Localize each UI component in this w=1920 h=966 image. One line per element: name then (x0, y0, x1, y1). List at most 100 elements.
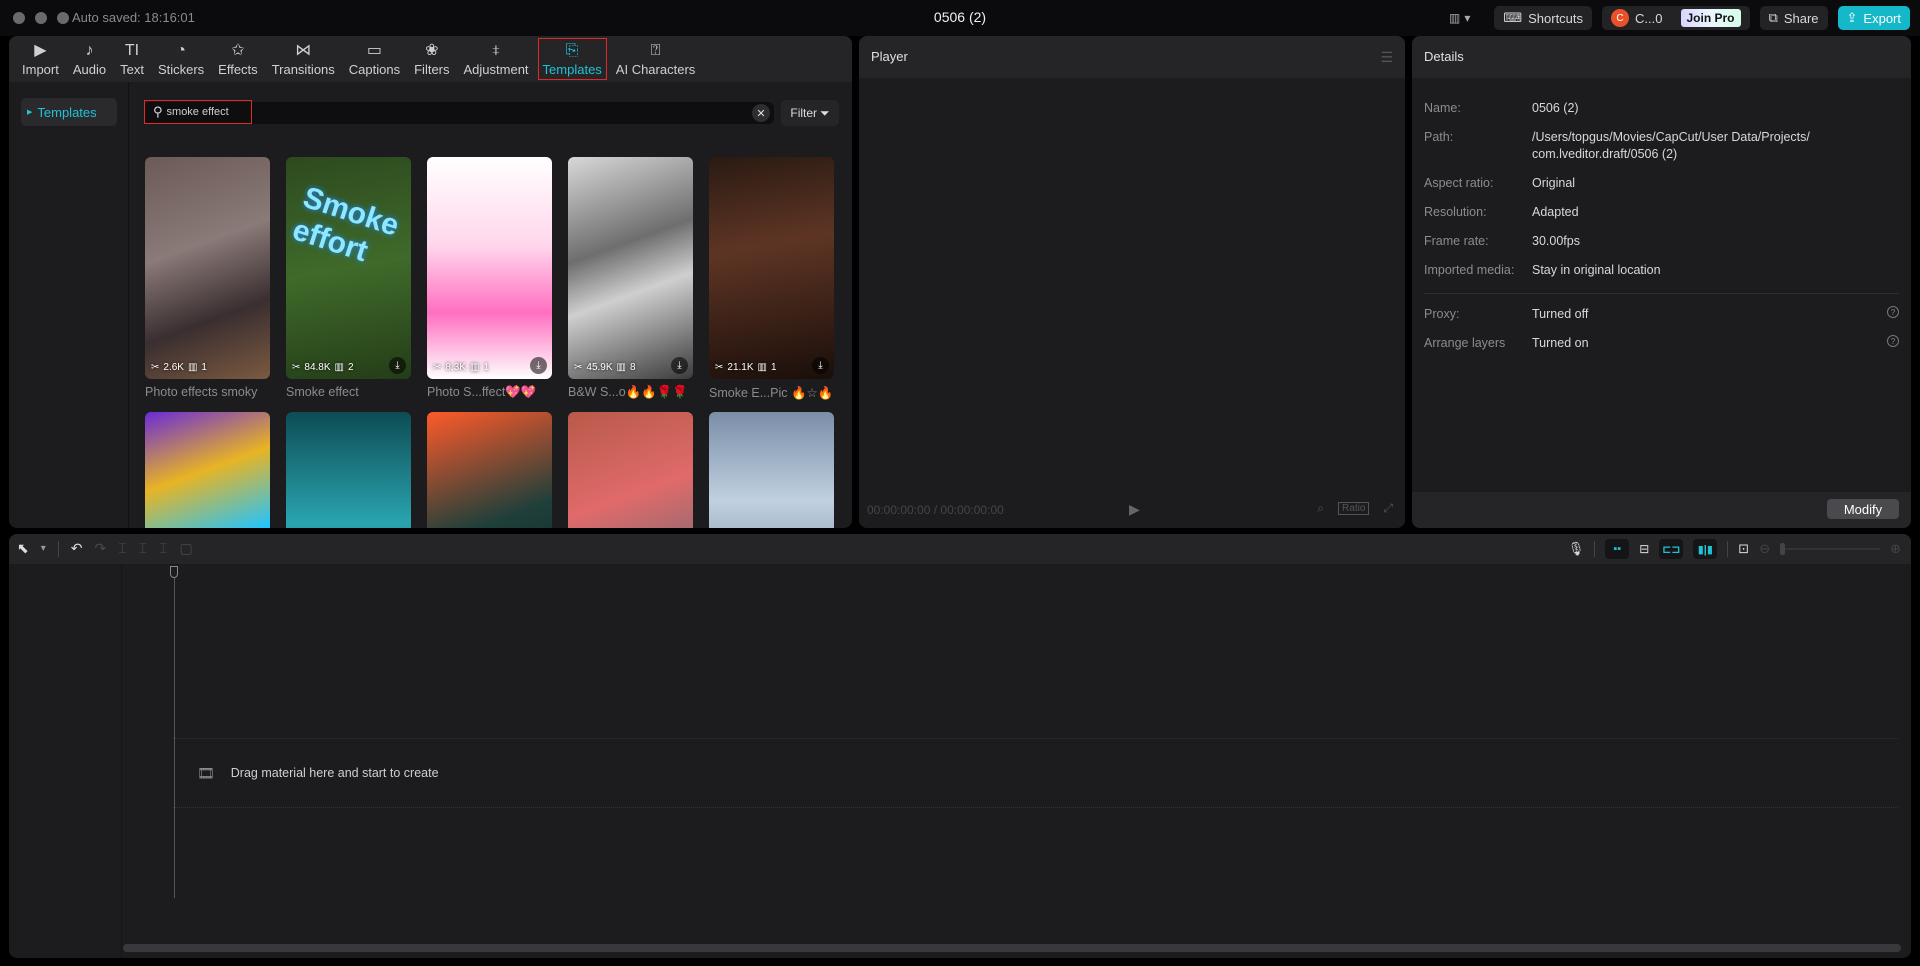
tab-label: Transitions (271, 61, 335, 77)
search-input[interactable]: ⚲ smoke effect (144, 100, 252, 124)
tab-filters[interactable]: ❀ Filters (407, 36, 456, 82)
template-grid: ✂ 2.6K ▥ 1 Photo effects smoky Smoke effort ✂ 8… (145, 157, 845, 528)
template-thumbnail[interactable]: Colorful smoke (145, 412, 270, 528)
scissors-icon: ✂ (433, 362, 442, 373)
filter-button[interactable]: Filter ⏷ (781, 100, 839, 126)
template-card[interactable]: Black Smoke Effect (286, 412, 411, 528)
tab-label: AI Characters (615, 61, 696, 77)
redo-icon[interactable]: ↷ (95, 540, 107, 557)
template-thumbnail[interactable]: ✂ 8.3K ▥ 1 ⤓ (427, 157, 552, 379)
tab-adjustment[interactable]: ⧧ Adjustment (457, 36, 536, 82)
template-card[interactable] (568, 412, 693, 528)
main-track-magnet-toggle[interactable]: ▪▪ (1605, 539, 1630, 559)
template-thumbnail[interactable]: ✂ 45.9K ▥ 8 ⤓ (568, 157, 693, 379)
tab-label: Adjustment (463, 61, 529, 77)
template-card[interactable]: ✂ 21.1K ▥ 1 ⤓ Smoke E...Pic 🔥☆🔥 (709, 157, 834, 401)
clips-icon: ▥ (757, 362, 767, 373)
menu-icon[interactable]: ☰ (1380, 49, 1393, 66)
usage-count: 84.8K (304, 362, 331, 373)
template-thumbnail[interactable]: Black Smoke Effect (286, 412, 411, 528)
tab-templates[interactable]: ⎘ Templates (536, 36, 609, 82)
thumbnail-caption: Smoke effort (288, 180, 403, 269)
tab-text[interactable]: TI Text (113, 36, 151, 82)
zoom-in-icon[interactable]: ⊕ (1890, 541, 1901, 557)
template-thumbnail[interactable]: Smoke effort ✂ 84.8K ▥ 2 ⤓ (286, 157, 411, 379)
download-icon[interactable]: ⤓ (812, 357, 829, 374)
tab-captions[interactable]: ▭ Captions (342, 36, 407, 82)
delete-icon[interactable]: ▢ (179, 540, 192, 557)
timeline-zoom-slider[interactable] (1780, 543, 1881, 555)
search-bar[interactable]: ⚲ smoke effect ✕ (144, 100, 774, 124)
usage-count: 8.3K (445, 362, 466, 373)
account-button[interactable]: C C...0 Join Pro (1602, 6, 1750, 30)
template-thumbnail[interactable]: ✂ 2.6K ▥ 1 (145, 157, 270, 379)
zoom-out-icon[interactable]: ⊖ (1759, 541, 1770, 557)
transitions-icon: ⋈ (295, 41, 312, 59)
tab-effects[interactable]: ✩ Effects (211, 36, 265, 82)
export-button[interactable]: ⇪ Export (1837, 6, 1910, 30)
detail-row: Name: 0506 (2) (1424, 100, 1899, 117)
detail-key: Frame rate: (1424, 234, 1489, 248)
ratio-button[interactable]: Ratio (1338, 502, 1370, 515)
film-icon: 🎞︎ (197, 764, 215, 781)
playhead-handle[interactable] (170, 566, 178, 578)
search-icon: ⚲ (153, 104, 163, 119)
tab-transitions[interactable]: ⋈ Transitions (265, 36, 342, 82)
shortcuts-button[interactable]: ⌨ Shortcuts (1494, 6, 1593, 30)
download-icon[interactable]: ⤓ (530, 357, 547, 374)
tab-audio[interactable]: ♪ Audio (66, 36, 113, 82)
template-thumbnail[interactable]: ✂ 21.1K ▥ 1 ⤓ (709, 157, 834, 379)
template-card[interactable]: ✂ 2.6K ▥ 1 Photo effects smoky (145, 157, 270, 399)
help-icon[interactable]: ? (1887, 335, 1899, 347)
template-card[interactable] (709, 412, 834, 528)
template-thumbnail[interactable] (568, 412, 693, 528)
download-icon[interactable]: ⤓ (389, 357, 406, 374)
template-stats: ✂ 8.3K ▥ 1 (433, 362, 489, 373)
template-card[interactable] (427, 412, 552, 528)
undo-icon[interactable]: ↶ (71, 540, 83, 557)
tab-ai-characters[interactable]: ⍰ AI Characters (609, 36, 702, 82)
divider (57, 540, 59, 557)
clip-count: 1 (483, 362, 489, 373)
template-card[interactable]: ✂ 45.9K ▥ 8 ⤓ B&W S...o🔥🔥🌹🌹 (568, 157, 693, 400)
download-icon[interactable]: ⤓ (671, 357, 688, 374)
zoom-to-fit-icon[interactable]: ⊡ (1738, 541, 1749, 557)
auto-snap-icon[interactable]: ⊟ (1639, 542, 1649, 556)
timeline-scrollbar[interactable] (123, 944, 1901, 952)
fullscreen-icon[interactable]: ⤢ (1383, 501, 1393, 516)
split-icon[interactable]: ⌶ (118, 540, 126, 557)
layout-menu-button[interactable]: ▥ ▾ (1449, 11, 1470, 25)
zoom-slider-handle[interactable] (1780, 543, 1786, 555)
clear-search-button[interactable]: ✕ (752, 104, 770, 122)
zoom-fit-icon[interactable]: ⌕ (1317, 501, 1324, 516)
clip-count: 2 (347, 362, 354, 373)
tab-import[interactable]: ▶ Import (15, 36, 66, 82)
sidebar-item-templates[interactable]: ▶ Templates (21, 98, 117, 126)
microphone-icon[interactable]: 🎙︎ (1568, 541, 1585, 557)
modify-button[interactable]: Modify (1827, 499, 1899, 519)
tab-stickers[interactable]: ◔ Stickers (151, 36, 211, 82)
template-thumbnail[interactable] (427, 412, 552, 528)
drop-zone[interactable]: 🎞︎ Drag material here and start to creat… (173, 738, 1898, 808)
help-icon[interactable]: ? (1887, 306, 1899, 318)
template-thumbnail[interactable] (709, 412, 834, 528)
template-card[interactable]: Smoke effort ✂ 84.8K ▥ 2 ⤓ Smoke effect (286, 157, 411, 399)
adjustment-icon: ⧧ (491, 41, 501, 59)
share-button[interactable]: ⧉ Share (1759, 6, 1828, 30)
divider (1727, 541, 1729, 557)
split-left-icon[interactable]: ⌶ (139, 540, 147, 557)
play-button[interactable]: ▶ (1129, 501, 1140, 518)
detail-value: Turned on (1532, 336, 1589, 350)
template-card[interactable]: ✂ 8.3K ▥ 1 ⤓ Photo S...ffect💖💖 (427, 157, 552, 400)
divider (1424, 293, 1899, 294)
linkage-toggle[interactable]: ⊏⊐ (1659, 539, 1684, 559)
template-card[interactable]: Colorful smoke (145, 412, 270, 528)
search-value: smoke effect (166, 106, 229, 118)
tab-label: Captions (348, 61, 401, 77)
join-pro-badge[interactable]: Join Pro (1680, 9, 1741, 27)
select-tool-icon[interactable]: ⬉ (17, 540, 29, 557)
split-right-icon[interactable]: ⌶ (159, 540, 167, 557)
chevron-down-icon[interactable]: ▾ (41, 543, 46, 554)
effects-icon: ✩ (231, 41, 245, 59)
preview-axis-toggle[interactable]: ▮|▮ (1693, 539, 1718, 559)
